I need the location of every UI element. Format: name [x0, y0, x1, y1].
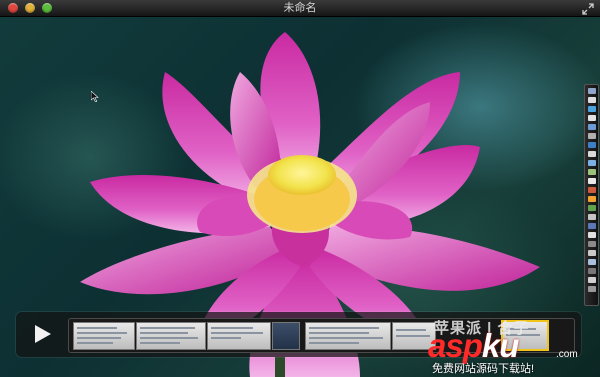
thumbnail[interactable]: [136, 322, 206, 350]
dock-item[interactable]: [587, 241, 596, 247]
dock-item[interactable]: [587, 151, 596, 157]
fullscreen-arrows-icon[interactable]: [582, 2, 594, 15]
dock-item[interactable]: [587, 178, 596, 184]
dock-item[interactable]: [587, 169, 596, 175]
thumbnail[interactable]: [305, 322, 391, 350]
dock-item[interactable]: [587, 268, 596, 274]
watermark-subtitle: 免费网站源码下载站!: [432, 363, 535, 375]
play-button[interactable]: [24, 319, 60, 349]
app-window: 未命名 苹果派 | 合子 aspku .com 免费网站源码下载站!: [0, 0, 600, 377]
dock-item[interactable]: [587, 124, 596, 130]
dock-item[interactable]: [587, 286, 596, 292]
dock-item[interactable]: [587, 97, 596, 103]
mouse-pointer-icon: [90, 89, 99, 107]
side-drawer-dock[interactable]: [584, 84, 599, 306]
dock-item[interactable]: [587, 205, 596, 211]
watermark-suffix: .com: [556, 349, 578, 360]
dock-item[interactable]: [587, 88, 596, 94]
dock-item[interactable]: [587, 106, 596, 112]
thumbnail[interactable]: [207, 322, 271, 350]
dock-item[interactable]: [587, 142, 596, 148]
dock-item[interactable]: [587, 214, 596, 220]
watermark-logo-ku: ku: [481, 327, 520, 364]
title-bar[interactable]: 未命名: [0, 0, 600, 17]
window-title: 未命名: [283, 2, 317, 14]
thumbnail[interactable]: [272, 322, 300, 350]
watermark-logo: aspku: [428, 327, 520, 364]
dock-item[interactable]: [587, 160, 596, 166]
play-icon: [35, 325, 51, 343]
site-watermark: 苹果派 | 合子 aspku .com 免费网站源码下载站!: [428, 317, 600, 377]
watermark-logo-asp: asp: [428, 327, 483, 364]
dock-item[interactable]: [587, 187, 596, 193]
dock-item[interactable]: [587, 277, 596, 283]
dock-item[interactable]: [587, 250, 596, 256]
thumbnail[interactable]: [73, 322, 135, 350]
dock-item[interactable]: [587, 133, 596, 139]
dock-item[interactable]: [587, 259, 596, 265]
dock-item[interactable]: [587, 223, 596, 229]
dock-item[interactable]: [587, 196, 596, 202]
dock-item[interactable]: [587, 232, 596, 238]
dock-item[interactable]: [587, 115, 596, 121]
